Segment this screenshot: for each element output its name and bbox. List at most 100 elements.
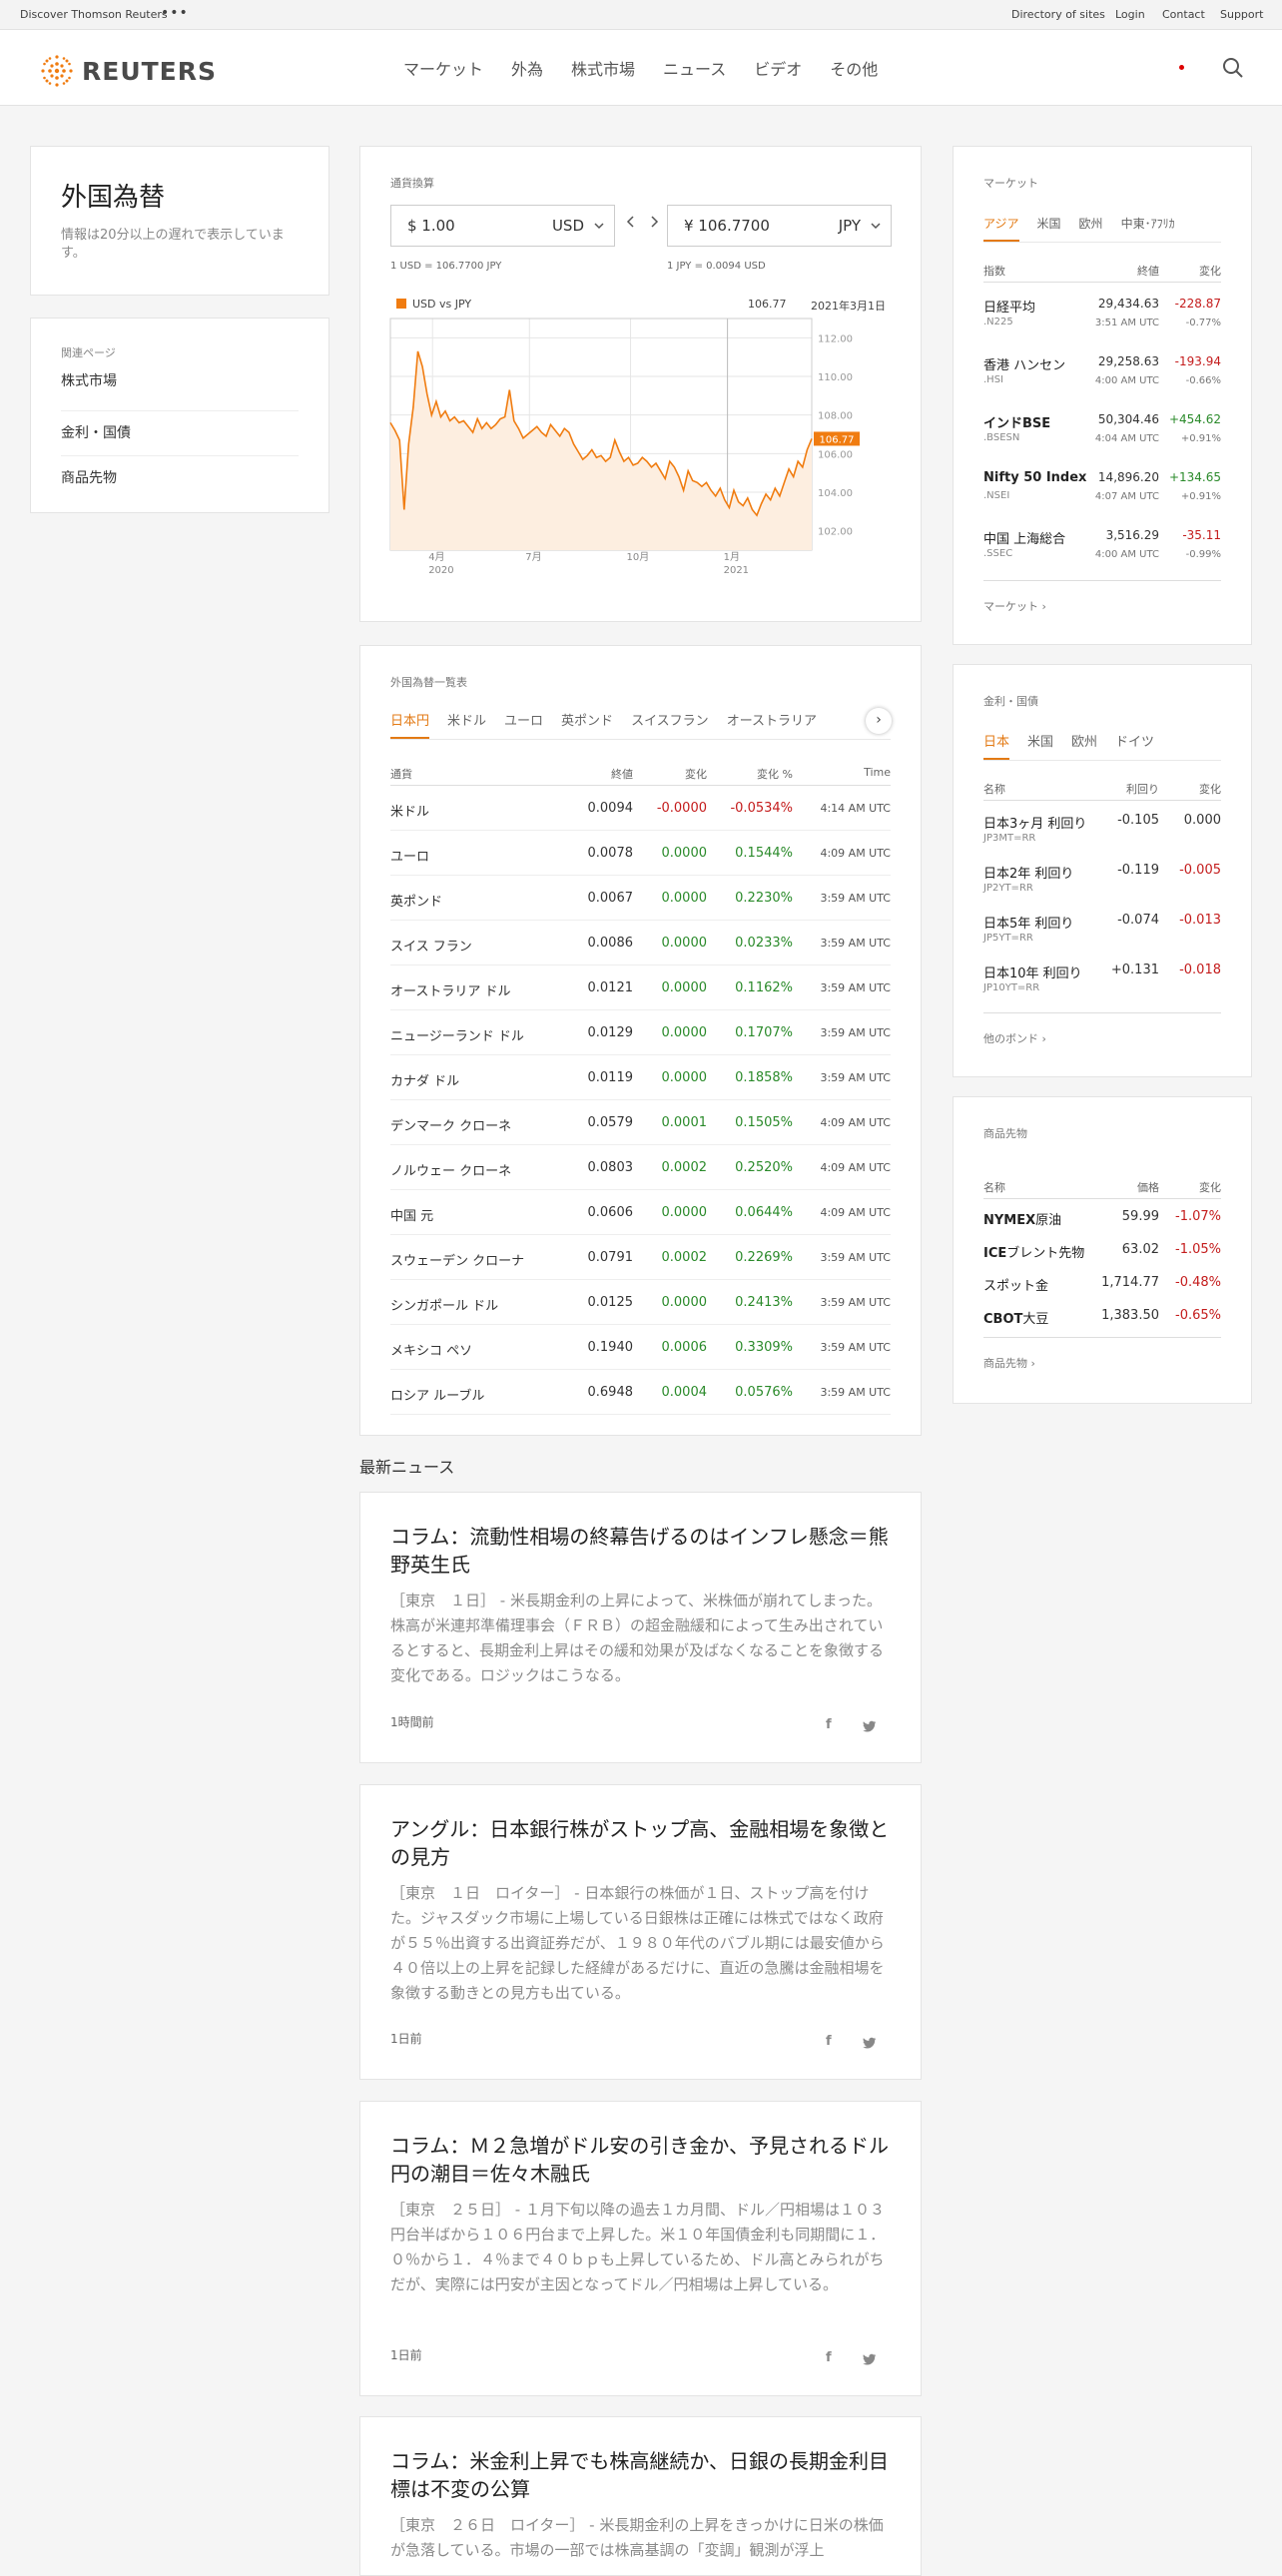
commodity-row[interactable]: CBOT大豆 1,383.50 -0.65% [983,1298,1221,1331]
chevron-left-icon[interactable] [626,215,636,229]
commodity-row[interactable]: スポット金 1,714.77 -0.48% [983,1265,1221,1298]
bond-row[interactable]: 日本3ヶ月 利回り JP3MT=RR -0.105 0.000 [983,801,1221,851]
commodity-name[interactable]: ICEブレント先物 [983,1242,1084,1261]
nav-stocks[interactable]: 株式市場 [571,56,635,80]
related-link-rates[interactable]: 金利・国債 [61,411,299,456]
fx-row[interactable]: スイス フラン 0.0086 0.0000 0.0233% 3:59 AM UTC [390,921,891,966]
bond-name[interactable]: 日本10年 利回り [983,963,1082,981]
fx-row[interactable]: デンマーク クローネ 0.0579 0.0001 0.1505% 4:09 AM UTC [390,1100,891,1145]
facebook-icon[interactable]: f [826,1717,832,1732]
news-card[interactable]: コラム：流動性相場の終幕告げるのはインフレ懸念＝熊野英生氏 ［東京 １日］ - … [359,1492,922,1763]
discover-link[interactable]: Discover Thomson Reuters [20,8,168,21]
index-name[interactable]: 日経平均 [983,297,1035,316]
bond-name[interactable]: 日本3ヶ月 利回り [983,813,1086,832]
to-currency-select[interactable]: JPY [839,217,861,235]
fx-row[interactable]: メキシコ ペソ 0.1940 0.0006 0.3309% 3:59 AM UTC [390,1325,891,1370]
fx-currency-name[interactable]: 英ポンド [390,891,442,910]
fx-tab-aud[interactable]: オーストラリア [727,710,817,739]
support-link[interactable]: Support [1220,8,1263,21]
fx-tab-eur[interactable]: ユーロ [504,710,543,739]
from-currency-select[interactable]: USD [552,217,584,235]
market-index-row[interactable]: Nifty 50 Index .NSEI 14,896.20 4:07 AM UTC +… [983,456,1221,514]
fx-col-header[interactable]: 通貨 [390,766,412,782]
fx-row[interactable]: ノルウェー クローネ 0.0803 0.0002 0.2520% 4:09 AM UTC [390,1145,891,1190]
news-title[interactable]: コラム：米金利上昇でも株高継続か、日銀の長期金利目標は不変の公算 [390,2447,891,2503]
bonds-tab-germany[interactable]: ドイツ [1115,731,1154,760]
commodity-row[interactable]: NYMEX原油 59.99 -1.07% [983,1199,1221,1232]
fx-currency-name[interactable]: オーストラリア ドル [390,980,510,999]
fx-currency-name[interactable]: ロシア ルーブル [390,1385,484,1404]
fx-row[interactable]: カナダ ドル 0.0119 0.0000 0.1858% 3:59 AM UTC [390,1055,891,1100]
news-title[interactable]: コラム：Ｍ２急増がドル安の引き金か、予見されるドル円の潮目＝佐々木融氏 [390,2132,891,2188]
fx-currency-name[interactable]: 米ドル [390,801,429,820]
reuters-logo[interactable]: REUTERS [38,52,217,90]
market-index-row[interactable]: 香港 ハンセン .HSI 29,258.63 4:00 AM UTC -193.94 -0… [983,340,1221,398]
fx-currency-name[interactable]: ニュージーランド ドル [390,1025,524,1044]
edition-flag-icon[interactable] [1179,65,1184,70]
market-index-row[interactable]: 日経平均 .N225 29,434.63 3:51 AM UTC -228.87 -0.7… [983,283,1221,340]
commodity-name[interactable]: CBOT大豆 [983,1308,1048,1327]
fx-tab-usd[interactable]: 米ドル [447,710,486,739]
to-amount-field[interactable]: ¥ 106.7700 JPY [667,205,892,247]
news-title[interactable]: コラム：流動性相場の終幕告げるのはインフレ懸念＝熊野英生氏 [390,1523,891,1579]
index-name[interactable]: 香港 ハンセン [983,354,1065,373]
fx-currency-name[interactable]: ノルウェー クローネ [390,1160,511,1179]
fx-tab-chf[interactable]: スイスフラン [631,710,709,739]
search-icon[interactable] [1222,57,1244,79]
commodity-row[interactable]: ICEブレント先物 63.02 -1.05% [983,1232,1221,1265]
related-link-commodities[interactable]: 商品先物 [61,456,299,501]
facebook-icon[interactable]: f [826,2350,832,2365]
fx-currency-name[interactable]: シンガポール ドル [390,1295,498,1314]
market-index-row[interactable]: インドBSE .BSESN 50,304.46 4:04 AM UTC +454.62 +… [983,398,1221,456]
fx-currency-name[interactable]: カナダ ドル [390,1070,459,1089]
fx-currency-name[interactable]: スウェーデン クローナ [390,1250,524,1269]
news-card[interactable]: コラム：Ｍ２急増がドル安の引き金か、予見されるドル円の潮目＝佐々木融氏 ［東京 … [359,2101,922,2396]
commodities-more-link[interactable]: 商品先物 › [983,1355,1035,1371]
bond-row[interactable]: 日本10年 利回り JP10YT=RR +0.131 -0.018 [983,951,1221,1000]
related-link-stocks[interactable]: 株式市場 [61,366,299,411]
nav-video[interactable]: ビデオ [754,56,802,80]
tabs-next-icon[interactable]: › [866,708,892,734]
nav-news[interactable]: ニュース [663,56,726,80]
bond-name[interactable]: 日本5年 利回り [983,913,1073,932]
markets-more-link[interactable]: マーケット › [983,598,1046,614]
twitter-icon[interactable] [863,2037,877,2049]
fx-tab-gbp[interactable]: 英ポンド [561,710,613,739]
fx-row[interactable]: シンガポール ドル 0.0125 0.0000 0.2413% 3:59 AM UTC [390,1280,891,1325]
bonds-tab-europe[interactable]: 欧州 [1071,731,1097,760]
fx-col-header[interactable]: Time [864,766,891,779]
bonds-tab-us[interactable]: 米国 [1027,731,1053,760]
fx-row[interactable]: 中国 元 0.0606 0.0000 0.0644% 4:09 AM UTC [390,1190,891,1235]
bond-name[interactable]: 日本2年 利回り [983,863,1073,882]
nav-fx[interactable]: 外為 [511,56,543,80]
fx-col-header[interactable]: 終値 [611,766,633,782]
fx-row[interactable]: オーストラリア ドル 0.0121 0.0000 0.1162% 3:59 AM UTC [390,966,891,1010]
directory-link[interactable]: Directory of sites [1011,8,1105,21]
markets-tab-europe[interactable]: 欧州 [1079,215,1103,242]
fx-currency-name[interactable]: 中国 元 [390,1205,433,1224]
index-name[interactable]: Nifty 50 Index [983,470,1086,485]
nav-other[interactable]: その他 [830,56,878,80]
markets-tab-mea[interactable]: 中東･ｱﾌﾘｶ [1121,215,1175,242]
fx-row[interactable]: ニュージーランド ドル 0.0129 0.0000 0.1707% 3:59 AM UT… [390,1010,891,1055]
fx-row[interactable]: スウェーデン クローナ 0.0791 0.0002 0.2269% 3:59 AM UT… [390,1235,891,1280]
nav-markets[interactable]: マーケット [403,56,483,80]
fx-currency-name[interactable]: メキシコ ペソ [390,1340,472,1359]
twitter-icon[interactable] [863,2353,877,2365]
chevron-down-icon[interactable] [594,223,604,230]
contact-link[interactable]: Contact [1162,8,1205,21]
bond-row[interactable]: 日本2年 利回り JP2YT=RR -0.119 -0.005 [983,851,1221,901]
news-card[interactable]: アングル：日本銀行株がストップ高、金融相場を象徴との見方 ［東京 １日 ロイター… [359,1784,922,2080]
markets-tab-asia[interactable]: アジア [983,215,1019,242]
bond-row[interactable]: 日本5年 利回り JP5YT=RR -0.074 -0.013 [983,901,1221,951]
commodity-name[interactable]: NYMEX原油 [983,1209,1061,1228]
market-index-row[interactable]: 中国 上海総合 .SSEC 3,516.29 4:00 AM UTC -35.11 -0.… [983,514,1221,572]
fx-currency-name[interactable]: デンマーク クローネ [390,1115,511,1134]
index-name[interactable]: 中国 上海総合 [983,528,1065,547]
fx-row[interactable]: 英ポンド 0.0067 0.0000 0.2230% 3:59 AM UTC [390,876,891,921]
fx-tab-jpy[interactable]: 日本円 [390,710,430,739]
fx-row[interactable]: 米ドル 0.0094 -0.0000 -0.0534% 4:14 AM UTC [390,786,891,831]
login-link[interactable]: Login [1115,8,1145,21]
fx-col-header[interactable]: 変化 [685,766,707,782]
from-amount-field[interactable]: $ 1.00 USD [390,205,615,247]
